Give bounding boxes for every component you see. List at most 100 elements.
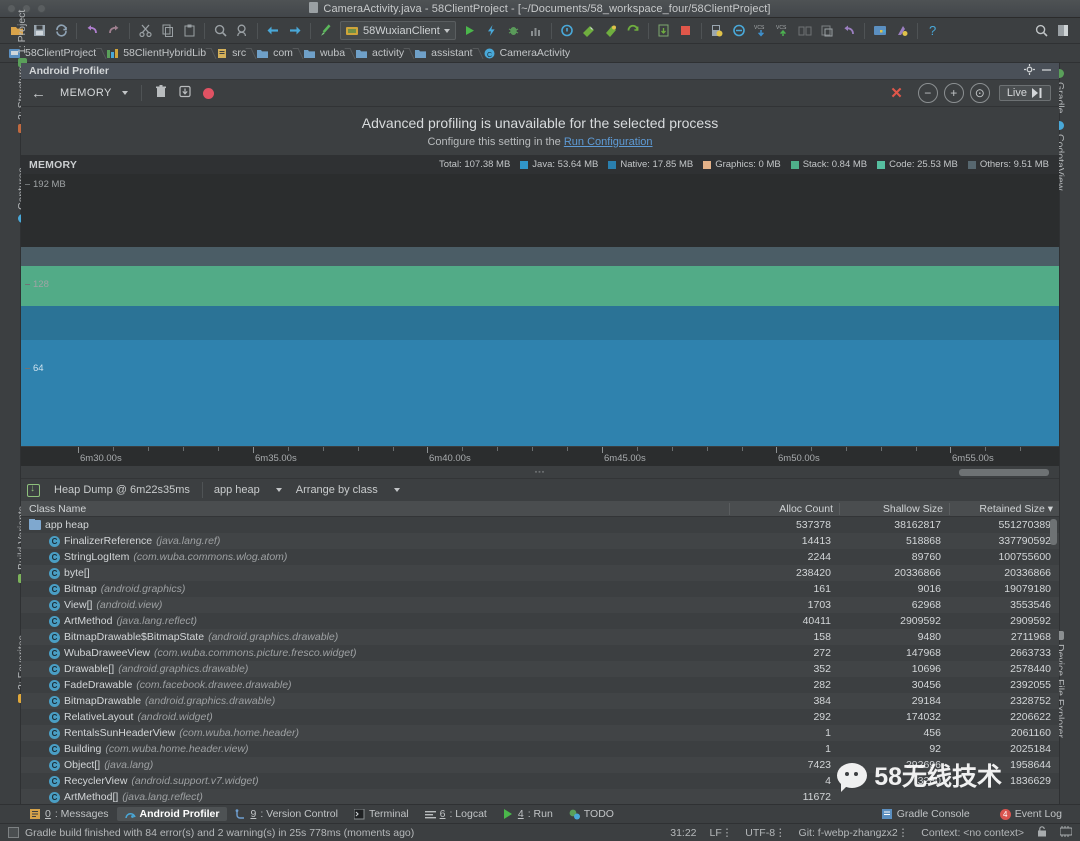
table-row[interactable]: C BitmapDrawable$BitmapState (android.grap… <box>21 629 1059 645</box>
horizontal-scrollbar[interactable] <box>959 469 1049 476</box>
layout-inspector-icon[interactable] <box>706 20 728 42</box>
bottom-tab-version-control[interactable]: 9: Version Control <box>227 807 345 821</box>
table-row[interactable]: C Bitmap (android.graphics) 161 9016 19079180 <box>21 581 1059 597</box>
splitter-grip[interactable]: ▪▪▪ <box>535 469 545 476</box>
zoom-out-button[interactable]: − <box>917 83 938 103</box>
layout-panel-icon[interactable] <box>1052 20 1074 42</box>
column-header-class-name[interactable]: Class Name <box>21 503 729 515</box>
record-icon[interactable] <box>202 87 214 99</box>
table-row[interactable]: C ArtMethod (java.lang.reflect) 40411 290959… <box>21 613 1059 629</box>
android-device-monitor-icon[interactable] <box>891 20 913 42</box>
gradle-sync-icon[interactable] <box>728 20 750 42</box>
table-row[interactable]: Cbyte[] 238420 20336866 20336866 <box>21 565 1059 581</box>
device-manager-icon[interactable] <box>869 20 891 42</box>
cut-icon[interactable] <box>134 20 156 42</box>
revert-icon[interactable] <box>838 20 860 42</box>
file-encoding[interactable]: UTF-8⋮ <box>745 827 785 839</box>
table-row[interactable]: C RentalsSunHeaderView (com.wuba.home.head… <box>21 725 1059 741</box>
hide-panel-icon[interactable] <box>1042 65 1051 77</box>
bottom-tab-android-profiler[interactable]: Android Profiler <box>116 807 228 821</box>
lock-icon[interactable] <box>1037 825 1047 840</box>
table-row[interactable]: C RelativeLayout (android.widget) 292 174032… <box>21 709 1059 725</box>
table-row[interactable]: C Building (com.wuba.home.header.view) 1 92 2… <box>21 741 1059 757</box>
avd-manager-icon[interactable] <box>578 20 600 42</box>
table-row[interactable]: C FinalizerReference (java.lang.ref) 14413 5… <box>21 533 1059 549</box>
back-icon[interactable] <box>262 20 284 42</box>
context-indicator[interactable]: Context: <no context> <box>921 827 1024 839</box>
memory-chart[interactable]: 192 MB 128 64 <box>21 174 1059 446</box>
git-branch[interactable]: Git: f-webp-zhangzx2⋮ <box>799 827 909 839</box>
toggle-tool-windows-icon[interactable] <box>8 827 19 838</box>
vertical-scrollbar[interactable] <box>1050 519 1057 545</box>
find-replace-icon[interactable] <box>231 20 253 42</box>
table-body[interactable]: app heap 537378 38162817 551270389 C Finalize… <box>21 517 1059 804</box>
bottom-tab-logcat[interactable]: 6: Logcat <box>417 807 495 821</box>
redo-icon[interactable] <box>103 20 125 42</box>
trash-icon[interactable] <box>149 85 173 101</box>
back-icon[interactable]: ← <box>29 86 54 101</box>
build-icon[interactable] <box>315 20 337 42</box>
chart-scroll-area[interactable]: ▪▪▪ <box>21 466 1059 478</box>
table-row[interactable]: C ArtMethod[] (java.lang.reflect) 11672 <box>21 789 1059 804</box>
undo-icon[interactable] <box>81 20 103 42</box>
search-everywhere-icon[interactable] <box>1030 20 1052 42</box>
copy-branch-icon[interactable] <box>816 20 838 42</box>
stop-icon[interactable] <box>675 20 697 42</box>
line-separator[interactable]: LF⋮ <box>710 827 733 839</box>
copy-icon[interactable] <box>156 20 178 42</box>
export-icon[interactable] <box>173 85 197 101</box>
compare-icon[interactable] <box>794 20 816 42</box>
breadcrumb-item-1[interactable]: 58ClientHybridLib <box>104 45 214 62</box>
debug-icon[interactable] <box>503 20 525 42</box>
table-row[interactable]: C StringLogItem (com.wuba.commons.wlog.ato… <box>21 549 1059 565</box>
heap-selector[interactable]: app heap <box>207 484 289 496</box>
breadcrumb-item-7[interactable]: C CameraActivity <box>481 45 579 62</box>
column-header-alloc-count[interactable]: Alloc Count <box>729 502 839 515</box>
attach-debugger-icon[interactable] <box>556 20 578 42</box>
bottom-tab-messages[interactable]: 0: Messages <box>22 807 117 821</box>
reset-zoom-button[interactable]: ⊙ <box>969 83 990 103</box>
chevron-down-icon[interactable] <box>275 488 282 492</box>
column-header-retained-size[interactable]: Retained Size ▾ <box>949 502 1059 515</box>
bottom-tab-terminal[interactable]: Terminal <box>346 807 417 821</box>
table-row[interactable]: C View[] (android.view) 1703 62968 3553546 <box>21 597 1059 613</box>
maximize-window-button[interactable] <box>37 4 46 13</box>
table-row[interactable]: app heap 537378 38162817 551270389 <box>21 517 1059 533</box>
sdk-manager-icon[interactable] <box>600 20 622 42</box>
run-icon[interactable] <box>459 20 481 42</box>
column-header-shallow-size[interactable]: Shallow Size <box>839 502 949 515</box>
memory-indicator-icon[interactable] <box>1059 825 1073 840</box>
sync-icon[interactable] <box>50 20 72 42</box>
profile-bars-icon[interactable] <box>525 20 547 42</box>
chevron-down-icon[interactable] <box>121 91 128 95</box>
bottom-tab-event-log[interactable]: 4 Event Log <box>992 807 1070 821</box>
close-window-button[interactable] <box>7 4 16 13</box>
help-icon[interactable]: ? <box>922 20 944 42</box>
table-row[interactable]: C RecyclerView (android.support.v7.widget)… <box>21 773 1059 789</box>
bottom-tab-todo[interactable]: TODO <box>561 807 622 821</box>
vcs-commit-icon[interactable]: VCS <box>772 20 794 42</box>
sync-gradle-icon[interactable] <box>622 20 644 42</box>
breadcrumb-item-6[interactable]: assistant <box>412 45 480 62</box>
profiler-type-selector[interactable]: MEMORY <box>54 87 134 99</box>
gear-icon[interactable] <box>1024 64 1035 78</box>
save-screenshot-icon[interactable] <box>653 20 675 42</box>
bottom-tab-run[interactable]: 4: Run <box>495 807 561 821</box>
caret-position[interactable]: 31:22 <box>670 827 696 839</box>
zoom-in-button[interactable]: + <box>943 83 964 103</box>
save-all-icon[interactable] <box>28 20 50 42</box>
arrange-selector[interactable]: Arrange by class <box>289 484 407 496</box>
apply-changes-icon[interactable] <box>481 20 503 42</box>
close-icon[interactable]: ✕ <box>878 86 915 101</box>
table-row[interactable]: C Object[] (java.lang) 7423 292696 1958644 <box>21 757 1059 773</box>
run-configuration-selector[interactable]: 58WuxianClient <box>340 21 456 40</box>
chevron-down-icon[interactable] <box>443 28 450 33</box>
forward-icon[interactable] <box>284 20 306 42</box>
paste-icon[interactable] <box>178 20 200 42</box>
find-icon[interactable] <box>209 20 231 42</box>
live-button[interactable]: Live <box>998 85 1051 101</box>
table-row[interactable]: C BitmapDrawable (android.graphics.drawabl… <box>21 693 1059 709</box>
run-configuration-link[interactable]: Run Configuration <box>564 136 653 148</box>
vcs-update-icon[interactable]: VCS <box>750 20 772 42</box>
bottom-tab-gradle-console[interactable]: Gradle Console <box>874 807 978 821</box>
